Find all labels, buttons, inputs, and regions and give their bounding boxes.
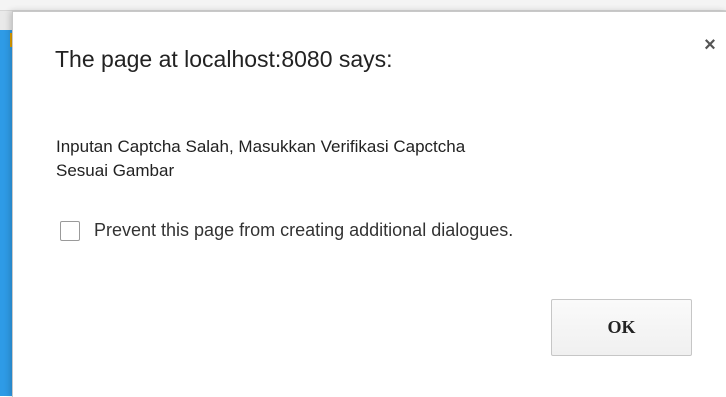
prevent-dialogs-checkbox[interactable] [60, 220, 80, 241]
prevent-dialogs-option[interactable]: Prevent this page from creating addition… [60, 220, 513, 241]
ok-button[interactable]: OK [551, 299, 692, 356]
prevent-dialogs-label[interactable]: Prevent this page from creating addition… [94, 220, 513, 241]
dialog-title: The page at localhost:8080 says: [55, 46, 393, 72]
background-page-edge [0, 30, 12, 396]
close-icon[interactable]: × [699, 34, 721, 56]
dialog-message-line-1: Inputan Captcha Salah, Masukkan Verifika… [56, 137, 466, 156]
dialog-message: Inputan Captcha Salah, Masukkan Verifika… [56, 135, 656, 183]
dialog-message-line-2: Sesuai Gambar [56, 161, 175, 180]
browser-top-edge [0, 0, 726, 11]
background-page-edge-top [0, 11, 12, 30]
